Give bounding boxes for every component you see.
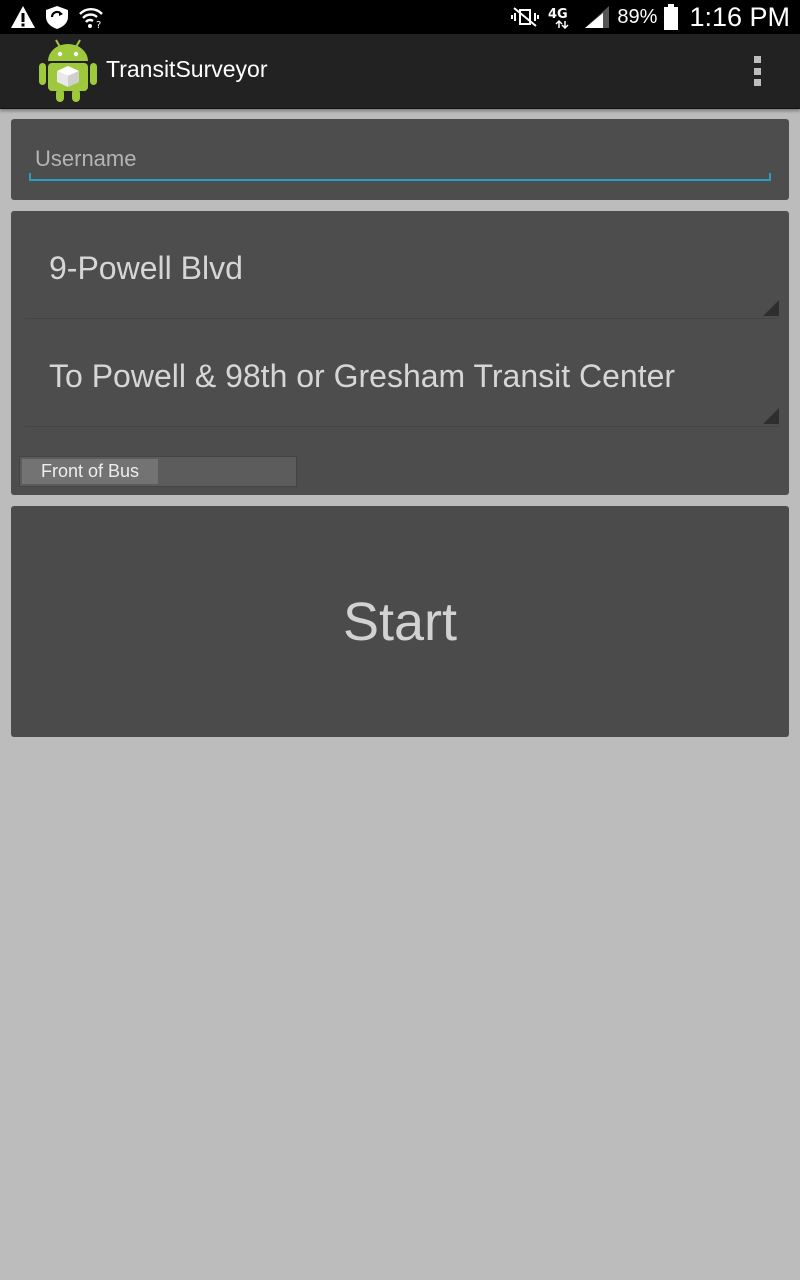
battery-icon bbox=[664, 4, 679, 30]
overflow-menu-icon[interactable] bbox=[744, 54, 770, 88]
username-input[interactable] bbox=[29, 139, 771, 181]
clock: 1:16 PM bbox=[689, 1, 790, 32]
android-app-icon[interactable] bbox=[38, 37, 98, 103]
route-line-spinner[interactable]: 9-Powell Blvd bbox=[25, 212, 779, 319]
start-button[interactable]: Start bbox=[11, 506, 789, 737]
username-card bbox=[11, 119, 789, 200]
route-direction-spinner[interactable]: To Powell & 98th or Gresham Transit Cent… bbox=[25, 320, 779, 427]
warning-icon bbox=[11, 6, 35, 28]
start-button-label: Start bbox=[342, 591, 458, 652]
app-title: TransitSurveyor bbox=[106, 56, 268, 82]
route-line-value: 9-Powell Blvd bbox=[49, 250, 243, 286]
spinner-dropdown-icon bbox=[763, 408, 779, 424]
signal-icon bbox=[585, 6, 610, 28]
svg-text:?: ? bbox=[96, 20, 101, 29]
route-direction-value: To Powell & 98th or Gresham Transit Cent… bbox=[49, 358, 676, 394]
network-4g-icon: 4G bbox=[548, 7, 569, 29]
status-bar-notifications: ? bbox=[10, 5, 104, 29]
action-bar: TransitSurveyor bbox=[0, 34, 800, 109]
wifi-question-icon: ? bbox=[79, 8, 103, 29]
bus-position-toggle[interactable]: Front of Bus bbox=[19, 456, 297, 487]
shield-refresh-icon bbox=[46, 6, 68, 29]
overflow-dot bbox=[753, 67, 761, 75]
mute-vibrate-icon bbox=[511, 7, 540, 27]
bus-position-toggle-label: Front of Bus bbox=[22, 459, 158, 484]
status-bar-system: 4G 89% 1:16 PM bbox=[511, 0, 790, 34]
battery-percent: 89% bbox=[617, 5, 658, 28]
overflow-dot bbox=[753, 79, 761, 86]
overflow-dot bbox=[753, 56, 761, 63]
svg-text:4G: 4G bbox=[548, 7, 568, 22]
status-bar: ? 4G 89% 1:16 PM bbox=[0, 0, 800, 34]
spinner-dropdown-icon bbox=[763, 300, 779, 316]
route-card: 9-Powell Blvd To Powell & 98th or Gresha… bbox=[11, 211, 789, 495]
